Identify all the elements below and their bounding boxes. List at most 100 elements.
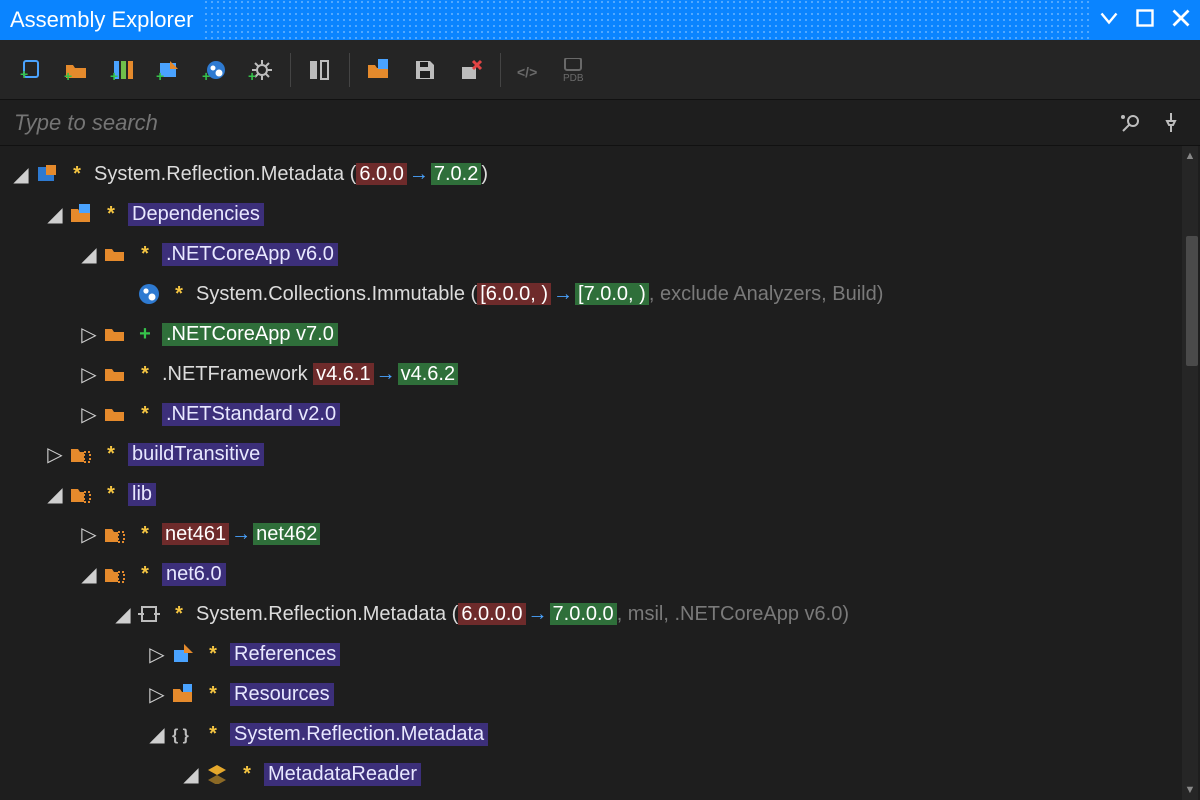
toolbar-separator xyxy=(290,53,291,87)
scrollbar-thumb[interactable] xyxy=(1186,236,1198,366)
svg-text:+: + xyxy=(110,68,118,81)
window-title: Assembly Explorer xyxy=(10,7,193,33)
search-options-icon[interactable] xyxy=(1116,108,1146,138)
modified-marker: * xyxy=(102,483,120,506)
references-node[interactable]: ▷ * References xyxy=(6,634,1200,674)
folder-split-icon xyxy=(104,563,126,585)
pin-icon[interactable] xyxy=(1156,108,1186,138)
dependencies-node[interactable]: ◢ * Dependencies xyxy=(6,194,1200,234)
resources-node[interactable]: ▷ * Resources xyxy=(6,674,1200,714)
framework-node[interactable]: ▷ * .NETStandard v2.0 xyxy=(6,394,1200,434)
svg-text:+: + xyxy=(64,68,72,81)
export-button[interactable] xyxy=(362,53,396,87)
node-label: .NETCoreApp v6.0 xyxy=(162,243,338,266)
modified-marker: * xyxy=(204,643,222,666)
expand-icon[interactable]: ▷ xyxy=(46,445,64,463)
modified-marker: * xyxy=(204,723,222,746)
modified-marker: * xyxy=(170,603,188,626)
svg-text:PDB: PDB xyxy=(563,73,584,82)
node-label: .NETCoreApp v7.0 xyxy=(162,323,338,346)
collapse-icon[interactable]: ◢ xyxy=(182,765,200,783)
pdb-button[interactable]: PDB xyxy=(559,53,593,87)
assembly-node[interactable]: ◢ * System.Reflection.Metadata (6.0.0.0→… xyxy=(6,594,1200,634)
svg-text:</>: </> xyxy=(517,64,537,80)
framework-node[interactable]: ▷ + .NETCoreApp v7.0 xyxy=(6,314,1200,354)
add-settings-button[interactable]: + xyxy=(244,53,278,87)
svg-text:+: + xyxy=(156,68,164,81)
search-input[interactable] xyxy=(14,110,1106,136)
expand-icon[interactable]: ▷ xyxy=(80,525,98,543)
node-label: .NETFramework v4.6.1→v4.6.2 xyxy=(162,363,458,386)
modified-marker: * xyxy=(102,203,120,226)
folder-link-icon xyxy=(70,203,92,225)
collapse-icon[interactable]: ◢ xyxy=(80,565,98,583)
add-file-button[interactable]: + xyxy=(14,53,48,87)
expand-icon[interactable]: ▷ xyxy=(148,645,166,663)
toolbar-separator xyxy=(500,53,501,87)
folder-icon xyxy=(104,363,126,385)
folder-node[interactable]: ▷ * buildTransitive xyxy=(6,434,1200,474)
toolbar: + + + + + + </> PDB xyxy=(0,40,1200,100)
folder-split-icon xyxy=(70,443,92,465)
toolbar-separator xyxy=(349,53,350,87)
title-bar: Assembly Explorer xyxy=(0,0,1200,40)
folder-icon xyxy=(104,323,126,345)
remove-button[interactable] xyxy=(454,53,488,87)
add-library-button[interactable]: + xyxy=(106,53,140,87)
node-label: buildTransitive xyxy=(128,443,264,466)
expand-icon[interactable]: ▷ xyxy=(80,405,98,423)
node-label: lib xyxy=(128,483,156,506)
node-label: net6.0 xyxy=(162,563,226,586)
target-framework-node[interactable]: ◢ * net6.0 xyxy=(6,554,1200,594)
node-label: System.Reflection.Metadata xyxy=(230,723,488,746)
modified-marker: * xyxy=(68,163,86,186)
titlebar-drag-region[interactable] xyxy=(203,0,1090,40)
modified-marker: * xyxy=(170,283,188,306)
close-icon[interactable] xyxy=(1172,7,1190,33)
modified-marker: * xyxy=(136,563,154,586)
add-reference-button[interactable]: + xyxy=(152,53,186,87)
framework-node[interactable]: ▷ * .NETFramework v4.6.1→v4.6.2 xyxy=(6,354,1200,394)
collapse-icon[interactable]: ◢ xyxy=(148,725,166,743)
dependency-item[interactable]: · * System.Collections.Immutable ([6.0.0… xyxy=(6,274,1200,314)
maximize-icon[interactable] xyxy=(1136,7,1154,33)
collapse-icon[interactable]: ◢ xyxy=(46,205,64,223)
node-label: .NETStandard v2.0 xyxy=(162,403,340,426)
add-folder-button[interactable]: + xyxy=(60,53,94,87)
assembly-icon xyxy=(138,603,160,625)
modified-marker: * xyxy=(136,403,154,426)
framework-node[interactable]: ◢ * .NETCoreApp v6.0 xyxy=(6,234,1200,274)
folder-icon xyxy=(104,403,126,425)
modified-marker: * xyxy=(204,683,222,706)
add-nuget-button[interactable]: + xyxy=(198,53,232,87)
nuget-icon xyxy=(138,283,160,305)
collapse-icon[interactable]: ◢ xyxy=(46,485,64,503)
svg-text:+: + xyxy=(20,66,28,81)
package-icon xyxy=(36,163,58,185)
dropdown-icon[interactable] xyxy=(1100,7,1118,33)
node-label: References xyxy=(230,643,340,666)
xml-doc-button[interactable]: </> xyxy=(513,53,547,87)
scroll-down-icon[interactable]: ▼ xyxy=(1182,782,1198,798)
namespace-node[interactable]: ◢ { } * System.Reflection.Metadata xyxy=(6,714,1200,754)
folder-node[interactable]: ◢ * lib xyxy=(6,474,1200,514)
scroll-up-icon[interactable]: ▲ xyxy=(1182,148,1198,164)
save-button[interactable] xyxy=(408,53,442,87)
target-framework-node[interactable]: ▷ * net461→net462 xyxy=(6,514,1200,554)
expand-icon[interactable]: ▷ xyxy=(148,685,166,703)
tree-view[interactable]: ▲ ▼ ◢ * System.Reflection.Metadata (6.0.… xyxy=(0,146,1200,800)
expand-icon[interactable]: ▷ xyxy=(80,325,98,343)
collapse-icon[interactable]: ◢ xyxy=(12,165,30,183)
svg-text:{ }: { } xyxy=(172,727,189,744)
modified-marker: * xyxy=(136,363,154,386)
collapse-icon[interactable]: ◢ xyxy=(114,605,132,623)
type-node[interactable]: ◢ * MetadataReader xyxy=(6,754,1200,794)
collapse-icon[interactable]: ◢ xyxy=(80,245,98,263)
search-bar xyxy=(0,100,1200,146)
panel-toggle-button[interactable] xyxy=(303,53,337,87)
modified-marker: * xyxy=(136,243,154,266)
modified-marker: * xyxy=(102,443,120,466)
expand-icon[interactable]: ▷ xyxy=(80,365,98,383)
package-node[interactable]: ◢ * System.Reflection.Metadata (6.0.0→7.… xyxy=(6,154,1200,194)
node-label: Dependencies xyxy=(128,203,264,226)
